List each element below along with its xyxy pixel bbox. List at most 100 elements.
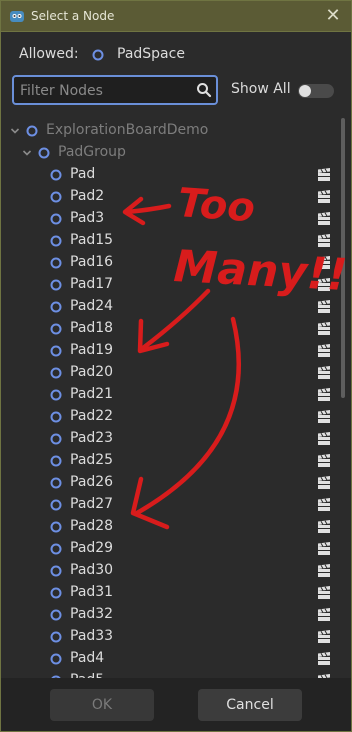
node-circle-icon: [50, 389, 62, 401]
tree-row-pad[interactable]: Pad4: [1, 648, 337, 670]
tree-label-pad: Pad4: [70, 650, 105, 666]
open-scene-icon[interactable]: [317, 344, 331, 358]
open-scene-icon[interactable]: [317, 388, 331, 402]
tree-row-pad[interactable]: Pad15: [1, 230, 337, 252]
tree-row-pad[interactable]: Pad2: [1, 186, 337, 208]
tree-row-pad[interactable]: Pad30: [1, 560, 337, 582]
open-scene-icon[interactable]: [317, 564, 331, 578]
tree-row-pad[interactable]: Pad32: [1, 604, 337, 626]
node-circle-icon: [50, 169, 62, 181]
open-scene-icon[interactable]: [317, 476, 331, 490]
dialog-body: Allowed: PadSpace Show All: [1, 32, 351, 678]
node-circle-icon: [50, 455, 62, 467]
node-circle-icon: [50, 433, 62, 445]
node-circle-icon: [92, 49, 104, 61]
show-all-toggle[interactable]: [298, 84, 334, 98]
open-scene-icon[interactable]: [317, 608, 331, 622]
tree-row-pad[interactable]: Pad3: [1, 208, 337, 230]
filter-nodes-input[interactable]: [20, 81, 190, 101]
tree-scrollbar[interactable]: [341, 116, 347, 678]
tree-row-pad[interactable]: Pad5: [1, 670, 337, 678]
node-circle-icon: [50, 367, 62, 379]
open-scene-icon[interactable]: [317, 256, 331, 270]
node-circle-icon: [50, 631, 62, 643]
open-scene-icon[interactable]: [317, 190, 331, 204]
tree-row-pad[interactable]: Pad19: [1, 340, 337, 362]
scroll-thumb[interactable]: [341, 118, 345, 398]
open-scene-icon[interactable]: [317, 322, 331, 336]
open-scene-icon[interactable]: [317, 366, 331, 380]
open-scene-icon[interactable]: [317, 410, 331, 424]
tree-label-pad: Pad27: [70, 496, 114, 512]
tree-row-pad[interactable]: Pad27: [1, 494, 337, 516]
node-circle-icon: [50, 345, 62, 357]
open-scene-icon[interactable]: [317, 454, 331, 468]
open-scene-icon[interactable]: [317, 300, 331, 314]
chevron-down-icon[interactable]: [10, 126, 20, 136]
filter-box: [12, 75, 218, 105]
tree-label-pad: Pad29: [70, 540, 114, 556]
cancel-button[interactable]: Cancel: [198, 689, 302, 721]
tree-row-pad[interactable]: Pad28: [1, 516, 337, 538]
tree-row-pad[interactable]: Pad24: [1, 296, 337, 318]
node-circle-icon: [50, 543, 62, 555]
tree-row-pad[interactable]: Pad17: [1, 274, 337, 296]
tree-label-pad: Pad33: [70, 628, 114, 644]
node-circle-icon: [50, 323, 62, 335]
tree-row-pad[interactable]: Pad29: [1, 538, 337, 560]
tree-row-pad[interactable]: Pad: [1, 164, 337, 186]
allowed-type-name: PadSpace: [117, 46, 185, 62]
tree-row-group[interactable]: PadGroup: [1, 142, 337, 164]
tree-row-pad[interactable]: Pad22: [1, 406, 337, 428]
tree-row-pad[interactable]: Pad25: [1, 450, 337, 472]
tree-row-pad[interactable]: Pad31: [1, 582, 337, 604]
tree-label-pad: Pad30: [70, 562, 114, 578]
tree-label-pad: Pad31: [70, 584, 114, 600]
open-scene-icon[interactable]: [317, 212, 331, 226]
ok-button[interactable]: OK: [50, 689, 154, 721]
node-tree: ExplorationBoardDemo PadGroup Pad Pad2 Pad…: [1, 116, 337, 678]
tree-row-root[interactable]: ExplorationBoardDemo: [1, 120, 337, 142]
tree-label-pad: Pad20: [70, 364, 114, 380]
open-scene-icon[interactable]: [317, 498, 331, 512]
open-scene-icon[interactable]: [317, 630, 331, 644]
open-scene-icon[interactable]: [317, 234, 331, 248]
node-circle-icon: [50, 477, 62, 489]
open-scene-icon[interactable]: [317, 586, 331, 600]
select-node-dialog: Select a Node ✕ Allowed: PadSpace Show A…: [0, 0, 352, 732]
open-scene-icon[interactable]: [317, 278, 331, 292]
tree-label-pad: Pad16: [70, 254, 114, 270]
node-circle-icon: [50, 521, 62, 533]
search-icon[interactable]: [196, 82, 212, 98]
tree-label-pad: Pad25: [70, 452, 114, 468]
tree-row-pad[interactable]: Pad18: [1, 318, 337, 340]
node-circle-icon: [26, 125, 38, 137]
open-scene-icon[interactable]: [317, 168, 331, 182]
node-circle-icon: [50, 257, 62, 269]
tree-row-pad[interactable]: Pad33: [1, 626, 337, 648]
tree-row-pad[interactable]: Pad20: [1, 362, 337, 384]
node-circle-icon: [50, 235, 62, 247]
node-circle-icon: [50, 279, 62, 291]
tree-row-pad[interactable]: Pad21: [1, 384, 337, 406]
open-scene-icon[interactable]: [317, 520, 331, 534]
close-button[interactable]: ✕: [323, 6, 343, 26]
tree-label-pad: Pad17: [70, 276, 114, 292]
open-scene-icon[interactable]: [317, 432, 331, 446]
tree-row-pad[interactable]: Pad26: [1, 472, 337, 494]
tree-row-pad[interactable]: Pad23: [1, 428, 337, 450]
tree-label-group: PadGroup: [58, 144, 126, 160]
node-circle-icon: [50, 587, 62, 599]
tree-label-pad: Pad2: [70, 188, 105, 204]
show-all-label: Show All: [231, 81, 291, 97]
node-circle-icon: [50, 653, 62, 665]
open-scene-icon[interactable]: [317, 542, 331, 556]
tree-row-pad[interactable]: Pad16: [1, 252, 337, 274]
godot-app-icon: [10, 11, 24, 22]
open-scene-icon[interactable]: [317, 652, 331, 666]
chevron-down-icon[interactable]: [22, 148, 32, 158]
title-bar: Select a Node ✕: [1, 1, 351, 32]
node-circle-icon: [50, 609, 62, 621]
node-circle-icon: [50, 499, 62, 511]
window-title: Select a Node: [31, 9, 115, 23]
